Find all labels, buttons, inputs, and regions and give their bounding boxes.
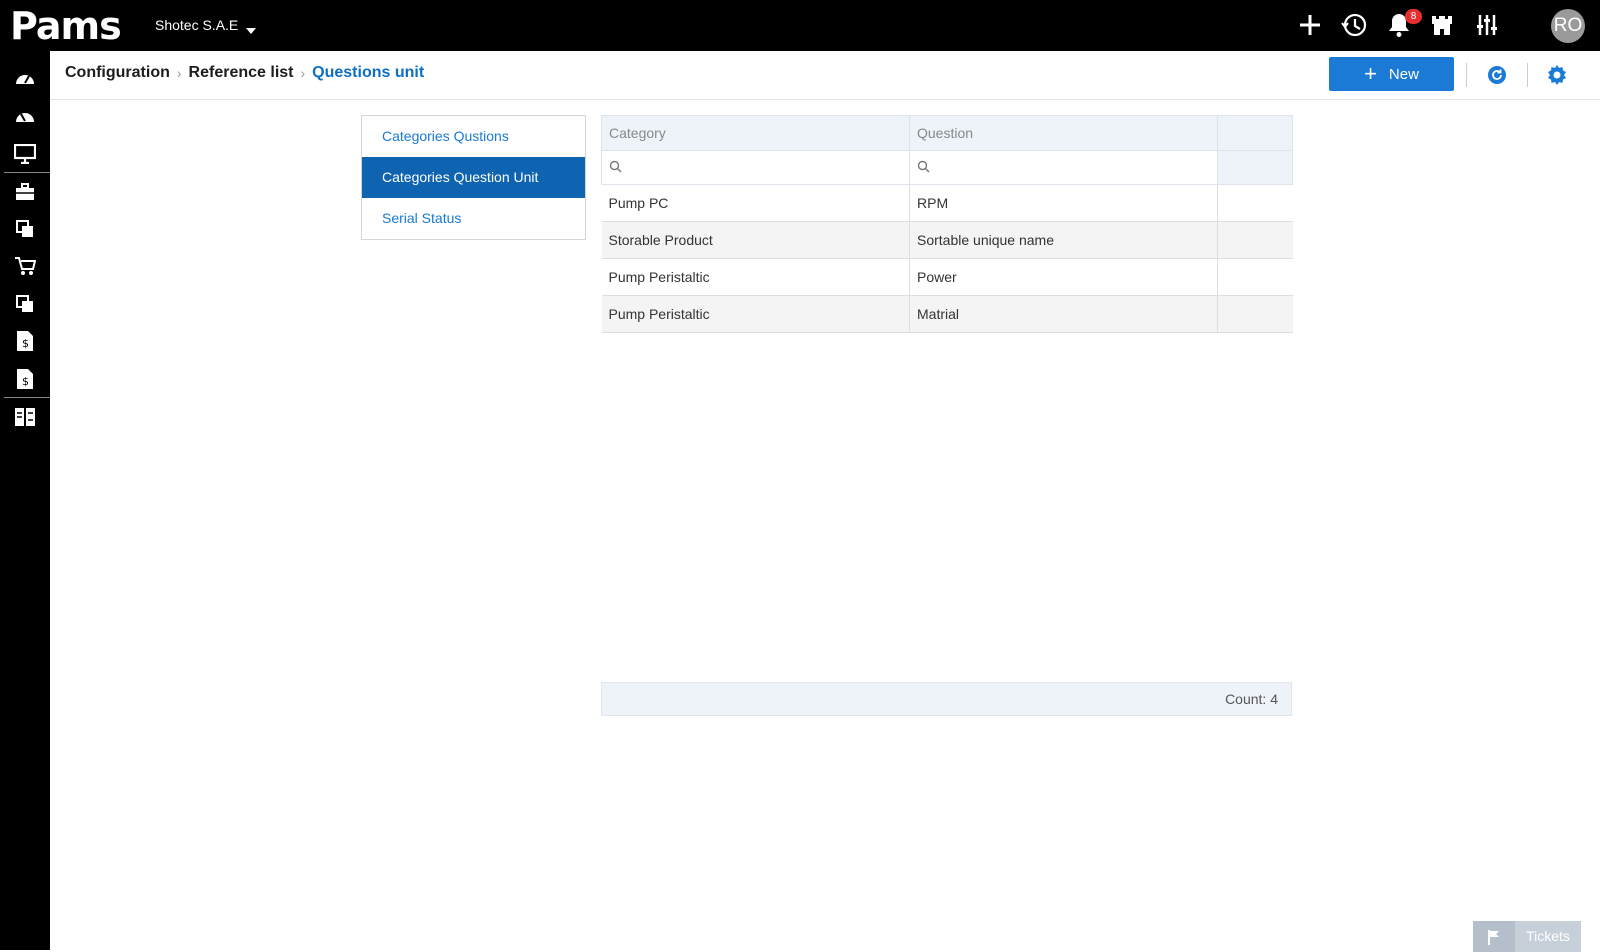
table-row[interactable]: Storable Product Sortable unique name <box>601 221 1293 259</box>
column-header-category[interactable]: Category <box>601 115 910 151</box>
column-header-question[interactable]: Question <box>909 115 1218 151</box>
category-filter-cell[interactable] <box>601 150 910 185</box>
questions-unit-grid: Category Question Pump PC RPM Storable P… <box>601 115 1293 716</box>
notification-badge: 8 <box>1405 9 1422 24</box>
row-count: Count: 4 <box>601 682 1292 716</box>
table-row[interactable]: Pump PC RPM <box>601 184 1293 222</box>
actions-cell <box>1217 295 1293 333</box>
caret-down-icon <box>246 28 257 34</box>
company-selector[interactable]: Shotec S.A.E <box>155 17 257 34</box>
top-bar: Pams Shotec S.A.E 8 RO <box>0 0 1600 51</box>
actions-cell <box>1217 258 1293 296</box>
tickets-button[interactable]: Tickets <box>1473 921 1581 952</box>
breadcrumb: Configuration › Reference list › Questio… <box>65 64 424 82</box>
flag-icon <box>1473 921 1515 952</box>
question-cell: RPM <box>909 184 1218 222</box>
question-filter-cell[interactable] <box>909 150 1218 185</box>
question-cell: Power <box>909 258 1218 296</box>
company-name: Shotec S.A.E <box>155 17 239 33</box>
briefcase-icon[interactable] <box>0 173 50 211</box>
cart-icon[interactable] <box>0 247 50 285</box>
chevron-right-icon: › <box>176 65 182 81</box>
new-button-label: New <box>1388 65 1419 83</box>
documents-alt-icon[interactable] <box>0 285 50 323</box>
documents-icon[interactable] <box>0 210 50 248</box>
new-button[interactable]: + New <box>1329 57 1454 91</box>
list-item-categories-question-unit[interactable]: Categories Question Unit <box>362 157 585 198</box>
page-header: Configuration › Reference list › Questio… <box>50 51 1600 100</box>
data-table: Category Question Pump PC RPM Storable P… <box>601 115 1293 333</box>
search-icon <box>609 160 622 172</box>
avatar[interactable]: RO <box>1551 9 1585 43</box>
notifications-icon[interactable]: 8 <box>1384 9 1422 40</box>
invoice-icon[interactable]: $ <box>0 322 50 360</box>
list-item-serial-status[interactable]: Serial Status <box>362 198 585 239</box>
header-divider <box>1527 63 1528 87</box>
category-cell: Pump PC <box>601 184 910 222</box>
page-title: Questions unit <box>312 64 425 81</box>
filter-blank-cell <box>1217 150 1293 185</box>
svg-text:$: $ <box>22 375 29 388</box>
dashboard-alt-icon[interactable] <box>0 97 50 135</box>
gear-icon[interactable] <box>1544 62 1570 88</box>
category-cell: Pump Peristaltic <box>601 295 910 333</box>
monitor-icon[interactable] <box>0 135 50 173</box>
svg-text:$: $ <box>22 337 29 350</box>
table-row[interactable]: Pump Peristaltic Power <box>601 258 1293 296</box>
header-divider <box>1466 63 1467 87</box>
column-header-actions <box>1217 115 1293 151</box>
category-cell: Pump Peristaltic <box>601 258 910 296</box>
plus-icon: + <box>1364 61 1377 86</box>
reference-list-panel: Categories Qustions Categories Question … <box>361 115 586 240</box>
search-icon <box>917 160 930 172</box>
dashboard-icon[interactable] <box>0 59 50 97</box>
category-cell: Storable Product <box>601 221 910 259</box>
breadcrumb-reference-list[interactable]: Reference list <box>189 64 294 82</box>
castle-icon[interactable] <box>1427 10 1457 40</box>
list-item-categories-questions[interactable]: Categories Qustions <box>362 116 585 157</box>
modules-icon[interactable] <box>0 398 50 436</box>
chevron-right-icon: › <box>300 65 306 81</box>
settings-sliders-icon[interactable] <box>1472 10 1502 40</box>
add-icon[interactable] <box>1295 10 1325 40</box>
sidebar: $ $ <box>0 51 50 950</box>
question-cell: Sortable unique name <box>909 221 1218 259</box>
question-cell: Matrial <box>909 295 1218 333</box>
actions-cell <box>1217 221 1293 259</box>
history-icon[interactable] <box>1339 10 1369 40</box>
app-logo[interactable]: Pams <box>10 6 122 46</box>
invoice-alt-icon[interactable]: $ <box>0 360 50 398</box>
refresh-icon[interactable] <box>1484 62 1510 88</box>
tickets-label: Tickets <box>1526 928 1570 944</box>
breadcrumb-configuration[interactable]: Configuration <box>65 64 170 82</box>
actions-cell <box>1217 184 1293 222</box>
table-row[interactable]: Pump Peristaltic Matrial <box>601 295 1293 333</box>
